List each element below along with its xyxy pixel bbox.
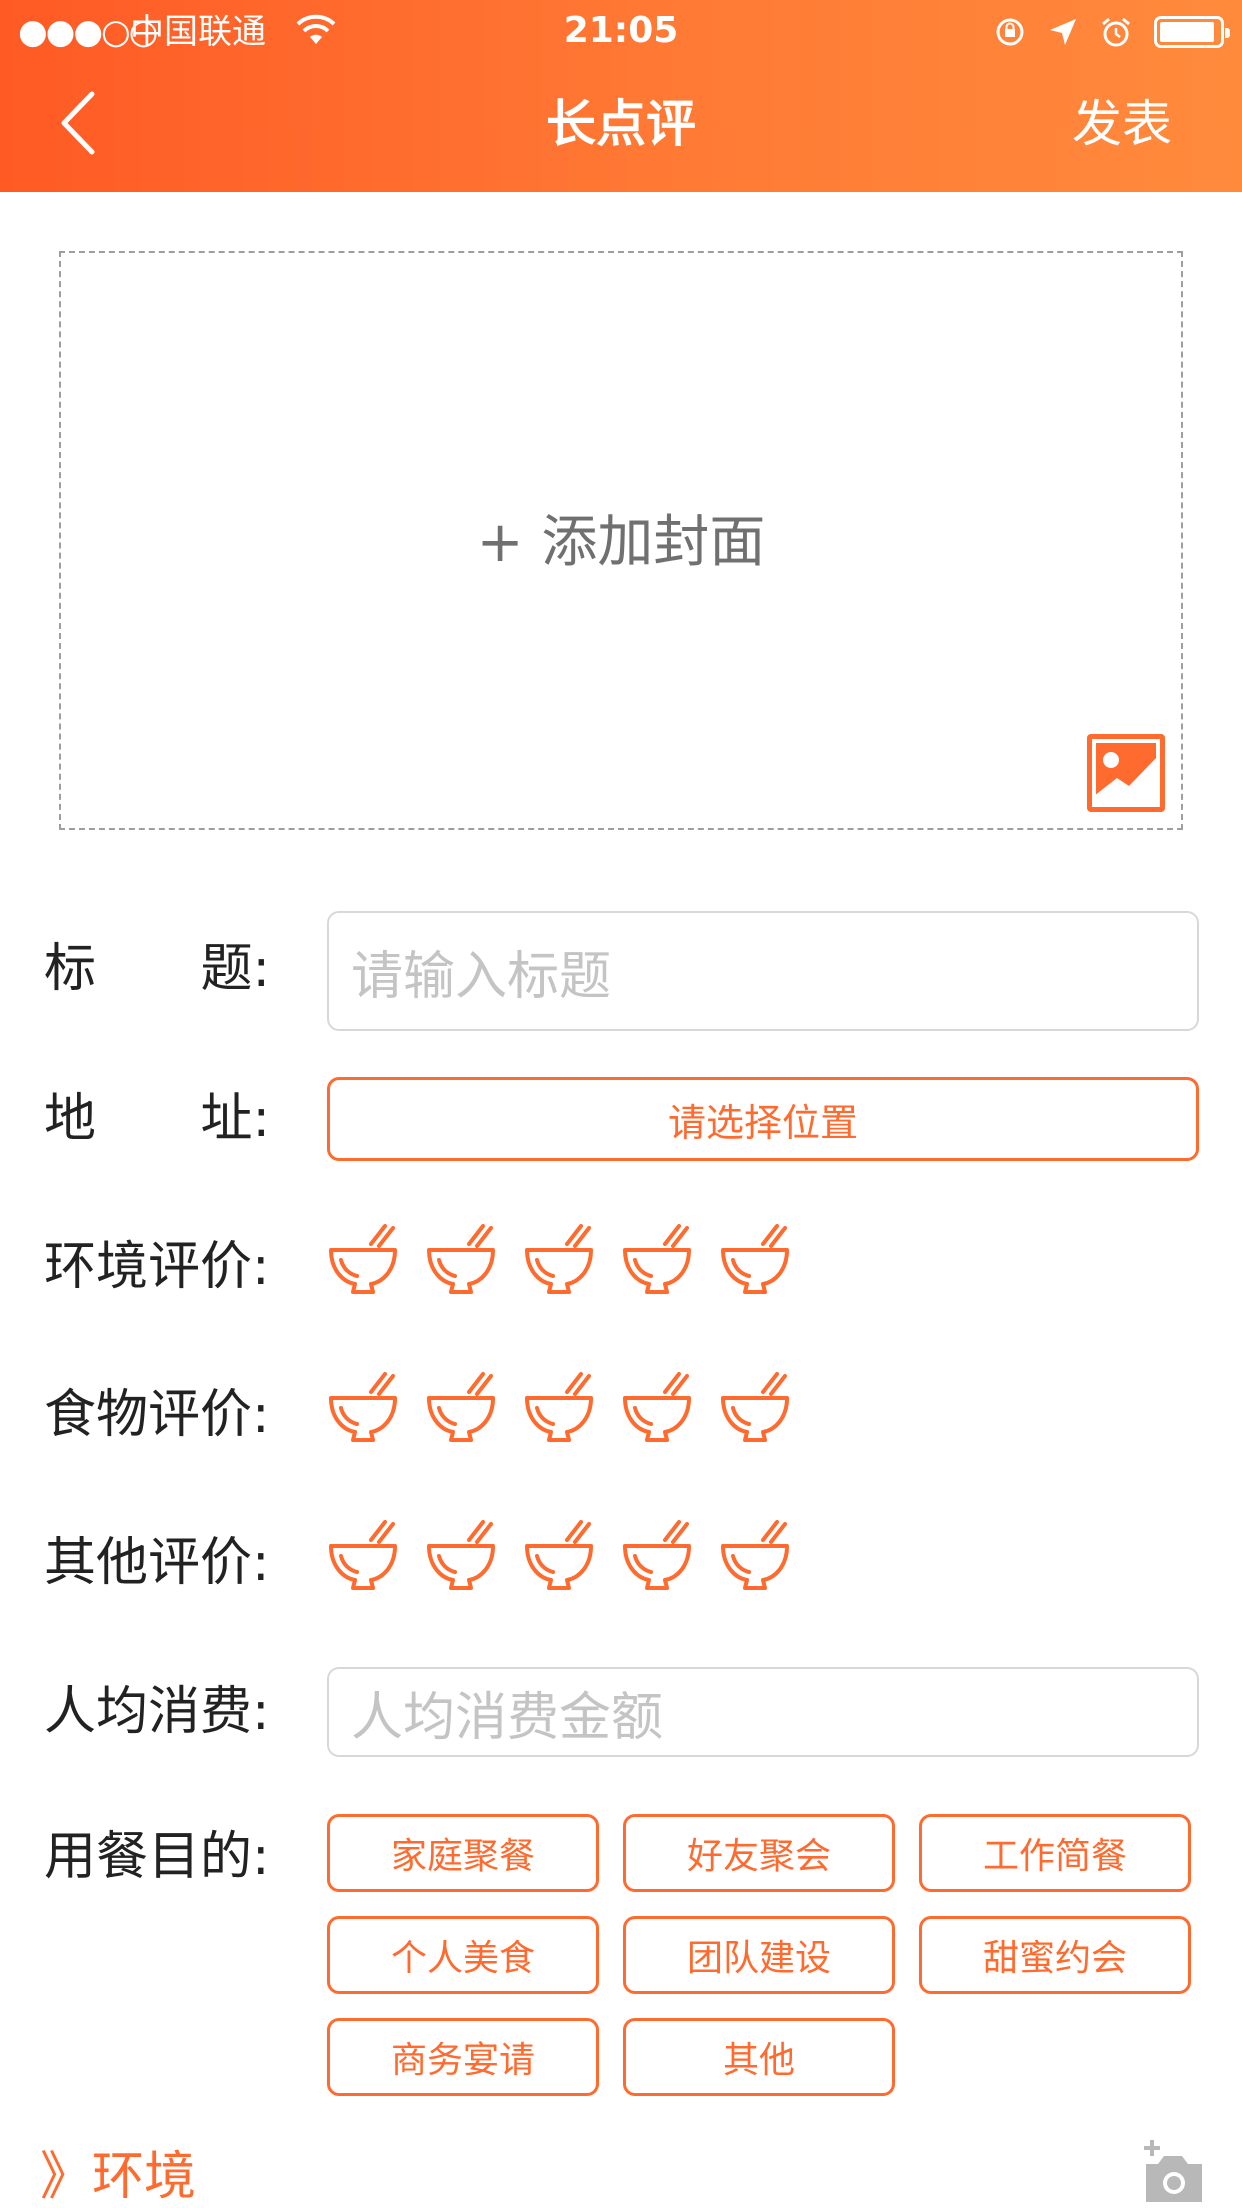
bowl-icon[interactable]	[327, 1222, 399, 1300]
title-label-char-2: 题:	[200, 939, 270, 999]
status-indicators	[994, 12, 1230, 52]
bowl-icon[interactable]	[523, 1370, 595, 1448]
bowl-icon[interactable]	[523, 1222, 595, 1300]
image-icon[interactable]	[1087, 734, 1165, 812]
status-bar: ●●●○○ 中国联通 21:05	[0, 0, 1242, 64]
rating-environment[interactable]	[327, 1222, 791, 1302]
title-label-char-1: 标	[44, 939, 97, 999]
camera-plus-icon[interactable]	[1140, 2140, 1206, 2206]
purpose-tag[interactable]: 家庭聚餐	[327, 1814, 599, 1892]
title-label-text: 标 题:	[44, 934, 270, 1004]
purpose-tag[interactable]: 团队建设	[623, 1916, 895, 1994]
rating-label-food: 食物评价:	[44, 1385, 270, 1445]
spend-input[interactable]: 人均消费金额	[327, 1667, 1199, 1757]
bowl-icon[interactable]	[621, 1370, 693, 1448]
bowl-icon[interactable]	[719, 1222, 791, 1300]
purpose-tag[interactable]: 商务宴请	[327, 2018, 599, 2096]
spend-label: 人均消费:	[44, 1682, 270, 1742]
bowl-icon[interactable]	[327, 1370, 399, 1448]
bowl-icon[interactable]	[425, 1370, 497, 1448]
title-label: 标 题:	[44, 934, 270, 1004]
purpose-tag[interactable]: 好友聚会	[623, 1814, 895, 1892]
bowl-icon[interactable]	[327, 1518, 399, 1596]
bowl-icon[interactable]	[523, 1518, 595, 1596]
battery-icon	[1154, 16, 1230, 48]
bowl-icon[interactable]	[719, 1370, 791, 1448]
add-cover-label: + 添加封面	[476, 510, 766, 575]
bowl-icon[interactable]	[425, 1222, 497, 1300]
rotation-lock-icon	[996, 18, 1024, 46]
rating-label-environment: 环境评价:	[44, 1237, 270, 1297]
bowl-icon[interactable]	[425, 1518, 497, 1596]
select-location-button[interactable]: 请选择位置	[327, 1077, 1199, 1161]
purpose-tag[interactable]: 个人美食	[327, 1916, 599, 1994]
bowl-icon[interactable]	[621, 1222, 693, 1300]
app-header: ●●●○○ 中国联通 21:05 长点评 发表	[0, 0, 1242, 192]
purpose-tag[interactable]: 工作简餐	[919, 1814, 1191, 1892]
publish-button[interactable]: 发表	[1072, 92, 1172, 156]
title-input[interactable]: 请输入标题	[327, 911, 1199, 1031]
bowl-icon[interactable]	[621, 1518, 693, 1596]
page-title: 长点评	[546, 95, 696, 153]
purpose-tag[interactable]: 其他	[623, 2018, 895, 2096]
purpose-label: 用餐目的:	[44, 1827, 270, 1887]
rating-label-other: 其他评价:	[44, 1533, 270, 1593]
address-label: 地址:	[44, 1089, 270, 1149]
rating-food[interactable]	[327, 1370, 791, 1450]
section-environment-heading: 》环境	[40, 2147, 197, 2207]
rating-other[interactable]	[327, 1518, 791, 1598]
bowl-icon[interactable]	[719, 1518, 791, 1596]
location-arrow-icon	[1050, 19, 1076, 45]
purpose-tag[interactable]: 甜蜜约会	[919, 1916, 1191, 1994]
add-cover-area[interactable]: + 添加封面	[59, 251, 1183, 830]
alarm-clock-icon	[1102, 17, 1130, 47]
